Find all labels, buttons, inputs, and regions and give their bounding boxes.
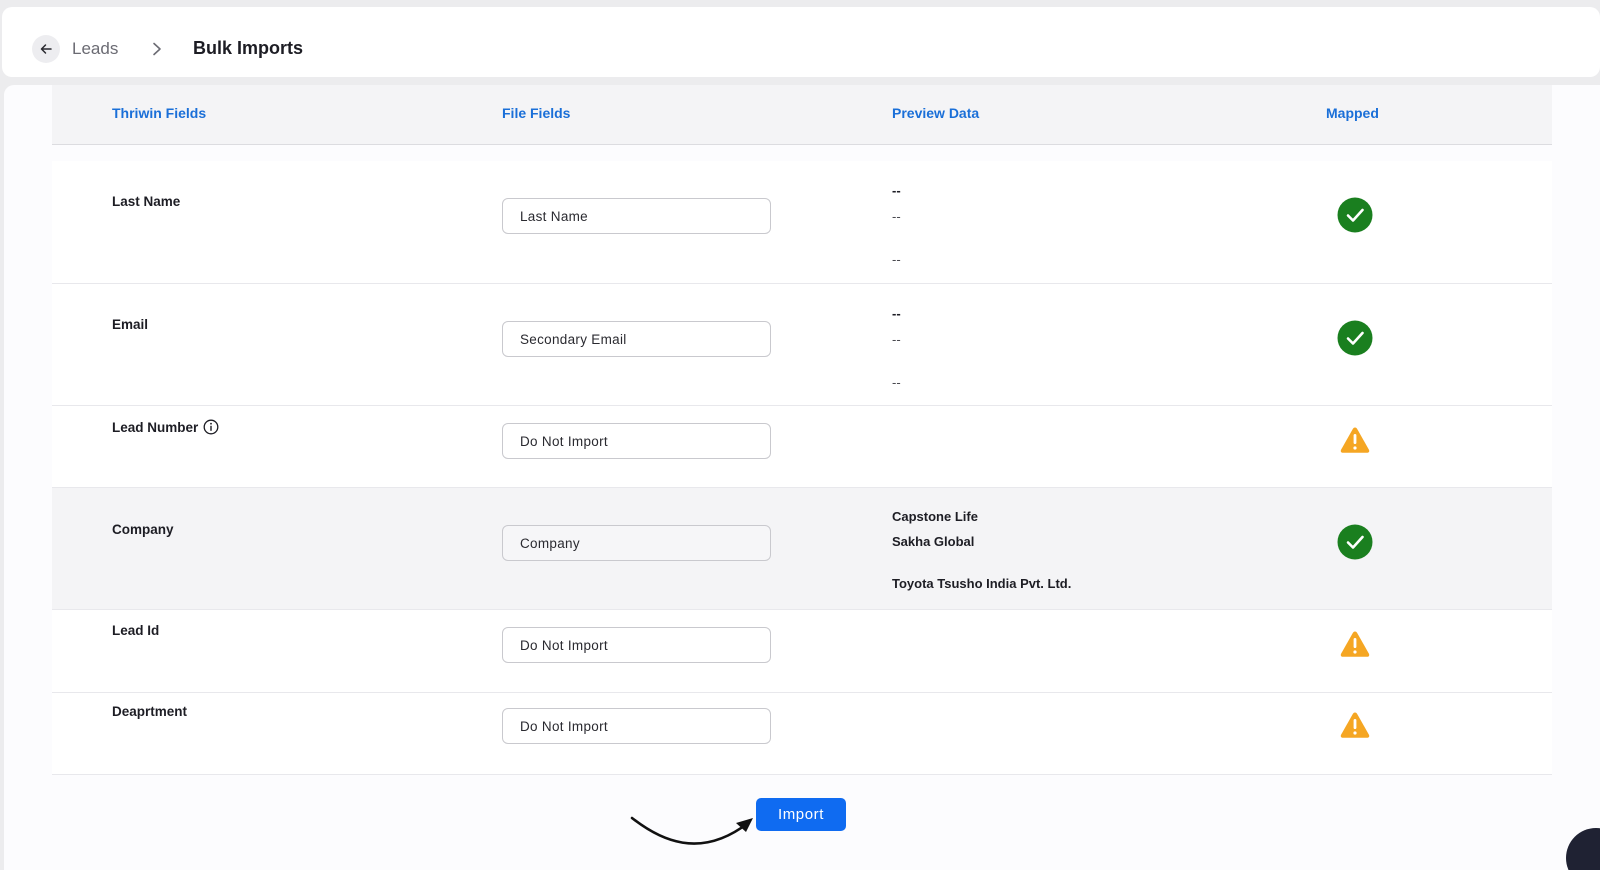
file-field-select[interactable]: Company	[502, 525, 771, 561]
table-row: Lead Id Do Not Import	[52, 610, 1552, 693]
file-field-select[interactable]: Do Not Import	[502, 423, 771, 459]
arrow-left-icon	[40, 44, 52, 54]
preview-value: Toyota Tsusho India Pvt. Ltd.	[892, 576, 1072, 591]
field-label: Last Name	[112, 194, 181, 209]
preview-value: --	[892, 306, 901, 321]
file-field-select[interactable]: Last Name	[502, 198, 771, 234]
preview-value: --	[892, 209, 901, 224]
header-thriwin-fields: Thriwin Fields	[112, 105, 207, 121]
file-field-select[interactable]: Secondary Email	[502, 321, 771, 357]
header-preview-data: Preview Data	[892, 105, 980, 121]
chevron-right-icon	[152, 39, 168, 59]
info-icon[interactable]	[203, 419, 219, 435]
pointer-arrow-icon	[630, 816, 753, 845]
file-field-select[interactable]: Do Not Import	[502, 708, 771, 744]
preview-value: Capstone Life	[892, 509, 978, 524]
page-title: Bulk Imports	[193, 38, 304, 58]
field-label: Company	[112, 522, 174, 537]
preview-value: --	[892, 375, 901, 390]
warning-triangle-icon	[1337, 707, 1373, 743]
table-row: Email Secondary Email -- -- --	[52, 284, 1552, 406]
field-label: Deaprtment	[112, 704, 188, 719]
header-mapped: Mapped	[1326, 105, 1379, 121]
file-field-select[interactable]: Do Not Import	[502, 627, 771, 663]
check-circle-icon	[1337, 320, 1373, 356]
breadcrumb-leads-link[interactable]: Leads	[72, 39, 118, 59]
preview-value: --	[892, 252, 901, 267]
field-label-text: Lead Number	[112, 419, 199, 435]
back-button[interactable]	[32, 35, 60, 63]
table-row: Last Name Last Name -- -- --	[52, 161, 1552, 284]
table-row: Company Company Capstone Life Sakha Glob…	[52, 488, 1552, 610]
check-circle-icon	[1337, 197, 1373, 233]
warning-triangle-icon	[1337, 626, 1373, 662]
field-label: Email	[112, 317, 149, 332]
top-bar: Leads Bulk Imports	[2, 7, 1600, 77]
warning-triangle-icon	[1337, 422, 1373, 458]
import-button[interactable]: Import	[756, 798, 846, 831]
table-row: Deaprtment Do Not Import	[52, 693, 1552, 775]
field-label: Lead Id	[112, 623, 160, 638]
header-file-fields: File Fields	[502, 105, 571, 121]
check-circle-icon	[1337, 524, 1373, 560]
table-header: Thriwin Fields File Fields Preview Data …	[52, 85, 1552, 145]
field-label: Lead Number	[112, 419, 219, 435]
table-row: Lead Number Do Not Import	[52, 406, 1552, 488]
preview-value: --	[892, 183, 901, 198]
preview-value: Sakha Global	[892, 534, 975, 549]
preview-value: --	[892, 332, 901, 347]
